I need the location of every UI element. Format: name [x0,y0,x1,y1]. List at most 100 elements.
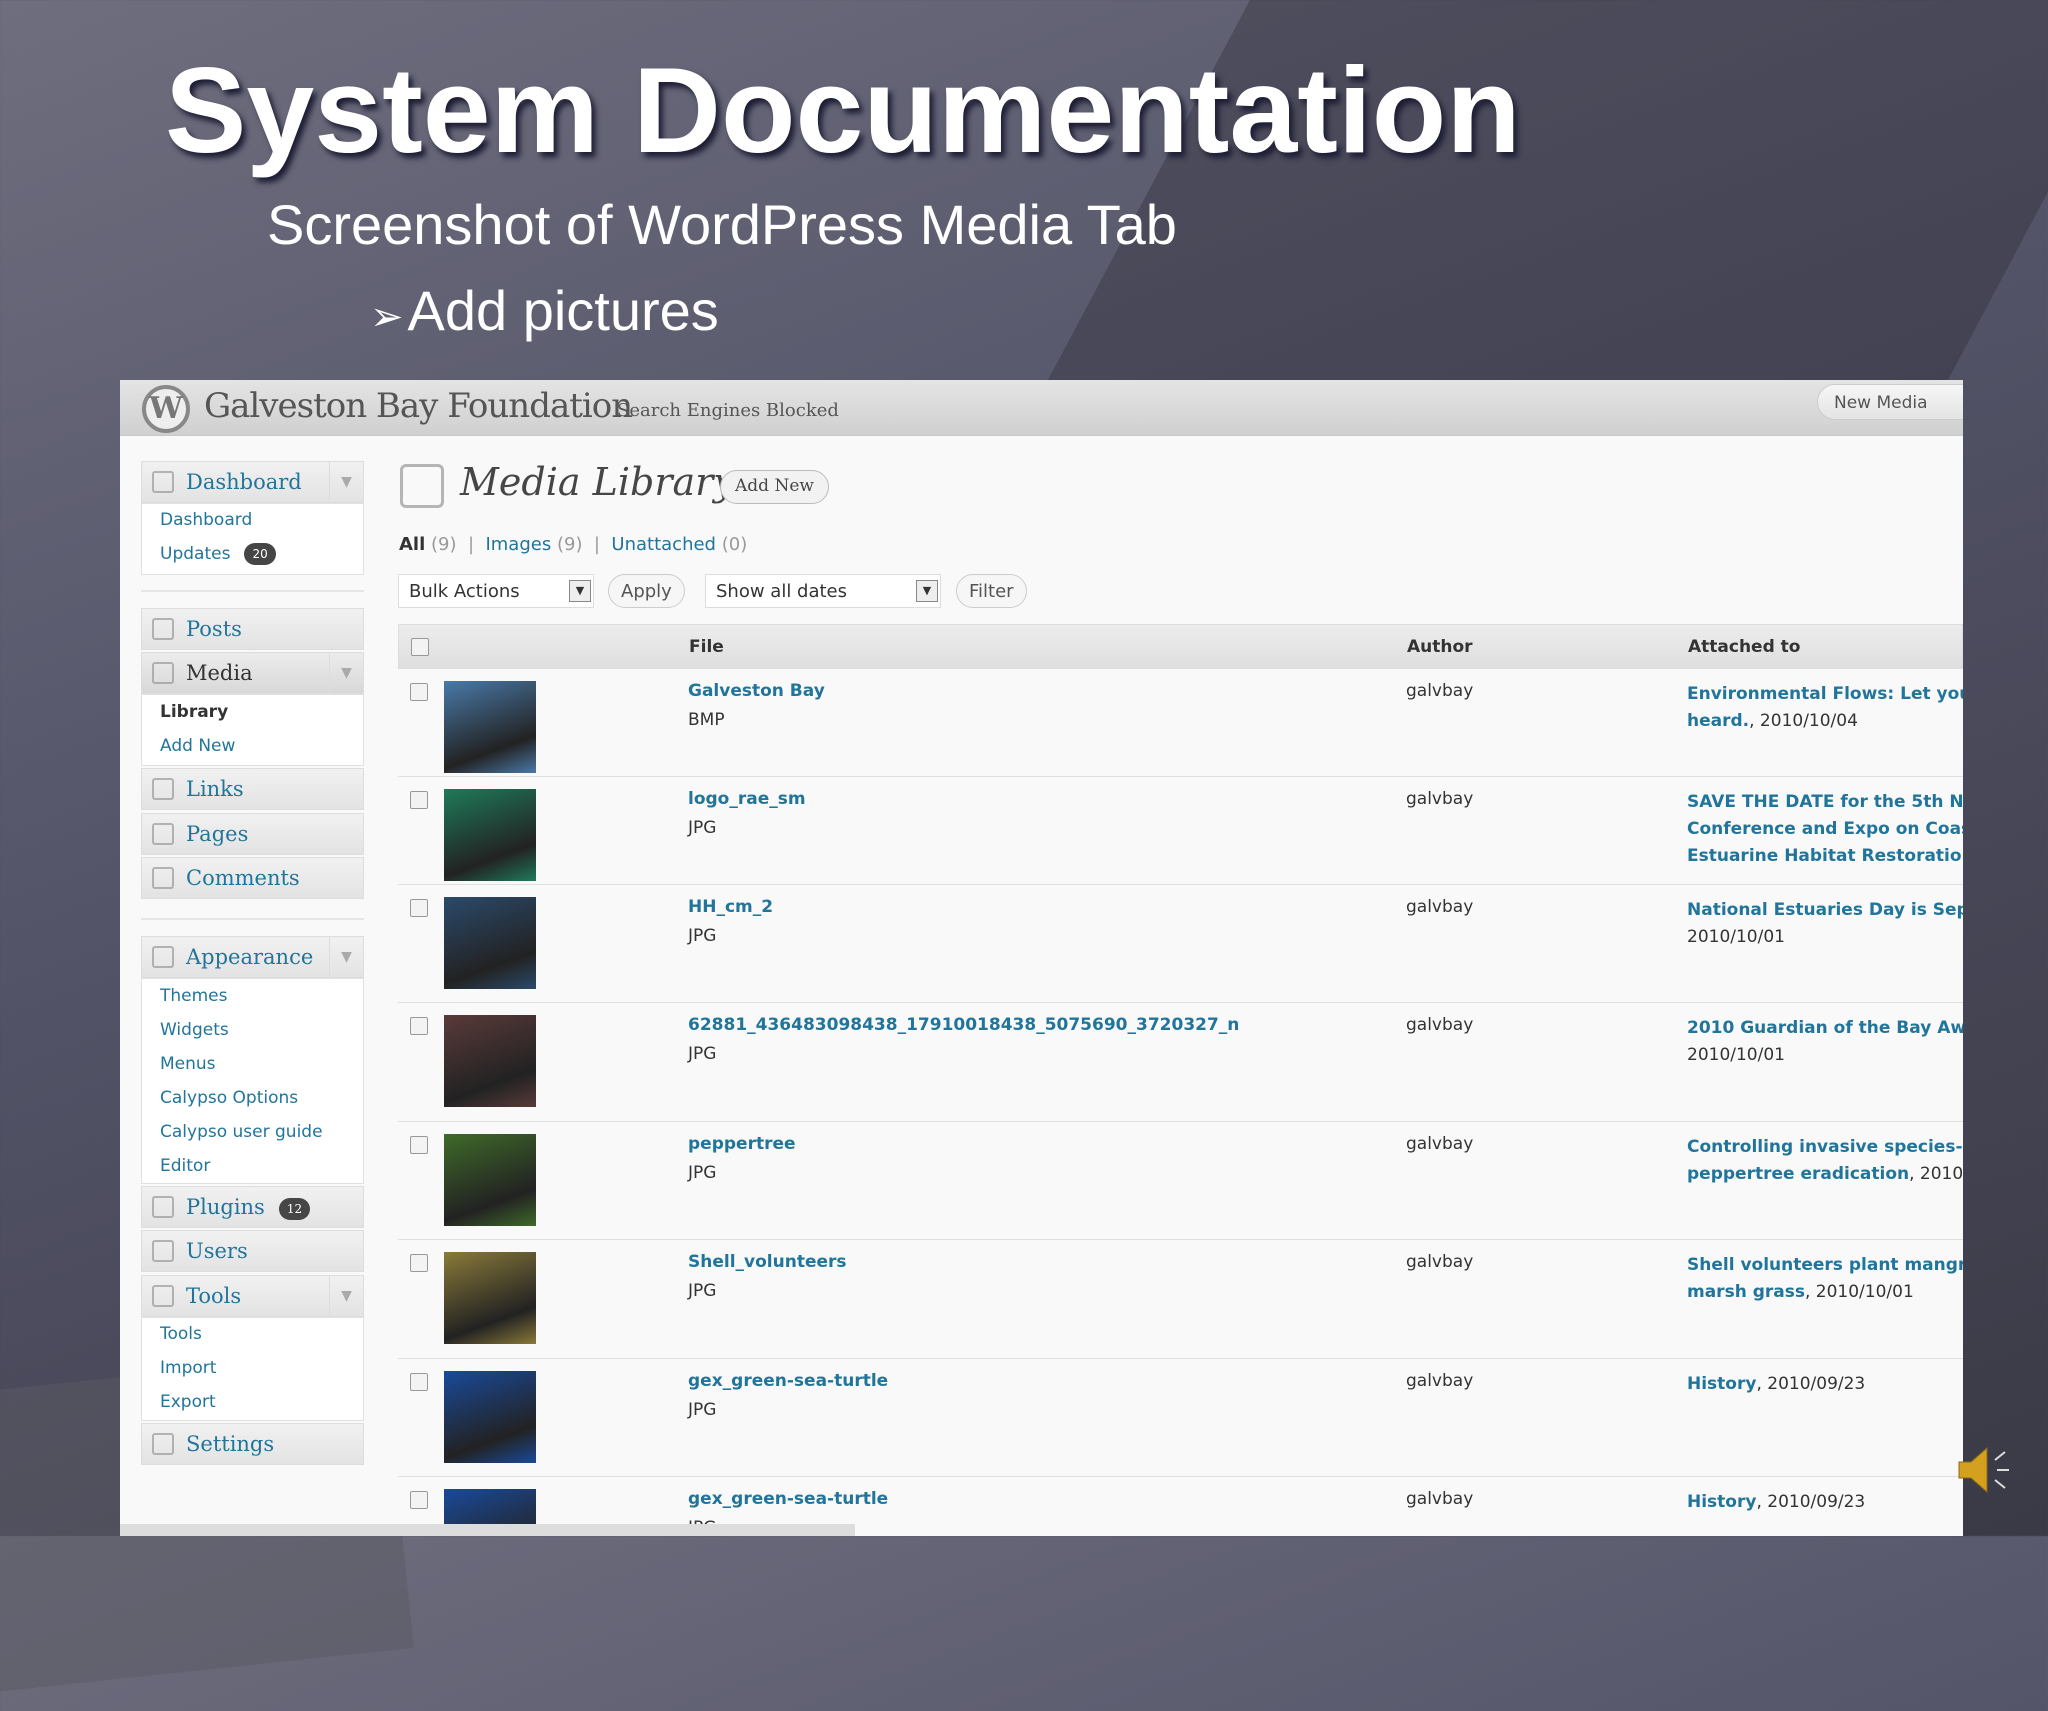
attached-to: National Estuaries Day is September 25 2… [1687,897,1963,951]
submenu-export[interactable]: Export [160,1392,216,1412]
row-checkbox[interactable] [410,1017,428,1035]
menu-pages[interactable]: Pages [141,813,364,855]
row-checkbox[interactable] [410,1491,428,1509]
bulk-actions-select[interactable]: Bulk Actions ▼ [398,574,594,608]
media-thumbnail[interactable] [444,1252,536,1344]
submenu-editor[interactable]: Editor [160,1156,210,1176]
attached-date: , 2010/09/23 [1756,1374,1866,1394]
submenu-calypso-guide[interactable]: Calypso user guide [160,1122,323,1142]
chevron-down-icon[interactable]: ▼ [329,1276,363,1316]
filter-images[interactable]: Images [485,534,551,555]
attached-post-link[interactable]: History [1687,1374,1756,1394]
file-name-link[interactable]: Galveston Bay [688,681,825,701]
author: galvbay [1406,1252,1474,1272]
row-checkbox[interactable] [410,899,428,917]
column-file[interactable]: File [689,637,724,657]
attached-date: 2010/10/01 [1687,1045,1785,1065]
submenu-widgets[interactable]: Widgets [160,1020,229,1040]
attached-post-link[interactable]: National Estuaries Day is September 25 [1687,900,1963,920]
bullet-text: Add pictures [407,279,719,342]
column-attached[interactable]: Attached to [1688,637,1800,657]
chevron-down-icon[interactable]: ▼ [329,653,363,693]
filter-button[interactable]: Filter [956,574,1027,608]
media-thumbnail[interactable] [444,897,536,989]
filter-images-count: (9) [556,534,583,555]
row-checkbox[interactable] [410,1254,428,1272]
menu-plugins[interactable]: Plugins 12 [141,1186,364,1228]
file-name-link[interactable]: logo_rae_sm [688,789,806,809]
submenu-library[interactable]: Library [160,702,228,722]
comment-icon [152,867,174,889]
file-name-link[interactable]: Shell_volunteers [688,1252,847,1272]
select-all-checkbox[interactable] [411,638,429,656]
menu-posts[interactable]: Posts [141,608,364,650]
attached-to: History, 2010/09/23 [1687,1489,1963,1516]
site-title[interactable]: Galveston Bay Foundation [204,386,633,426]
filter-unattached[interactable]: Unattached [611,534,716,555]
menu-users[interactable]: Users [141,1230,364,1272]
file-name-link[interactable]: peppertree [688,1134,796,1154]
submenu-tools[interactable]: Tools [160,1324,202,1344]
row-checkbox[interactable] [410,1136,428,1154]
file-type: JPG [688,1281,717,1301]
submenu-updates[interactable]: Updates 20 [160,543,276,565]
media-thumbnail[interactable] [444,1371,536,1463]
attached-post-link[interactable]: 2010 Guardian of the Bay Award Lunche [1687,1018,1963,1038]
menu-dashboard[interactable]: Dashboard ▼ [141,461,364,503]
dropdown-arrow-icon: ▼ [569,580,591,602]
media-thumbnail[interactable] [444,789,536,881]
filter-all[interactable]: All [399,534,425,555]
menu-appearance[interactable]: Appearance ▼ [141,936,364,978]
column-author[interactable]: Author [1407,637,1473,657]
menu-label: Settings [186,1432,275,1456]
attached-post-link[interactable]: History [1687,1492,1756,1512]
new-media-button[interactable]: New Media [1817,384,1963,420]
updates-count-badge: 20 [244,543,276,565]
chevron-down-icon[interactable]: ▼ [329,462,363,502]
apply-button[interactable]: Apply [608,574,685,608]
menu-links[interactable]: Links [141,768,364,810]
chevron-down-icon[interactable]: ▼ [329,937,363,977]
menu-label: Posts [186,617,242,641]
submenu-dashboard[interactable]: Dashboard [160,510,252,530]
submenu-add-new[interactable]: Add New [160,736,235,756]
menu-comments[interactable]: Comments [141,857,364,899]
submenu-themes[interactable]: Themes [160,986,228,1006]
file-name-link[interactable]: gex_green-sea-turtle [688,1489,888,1509]
row-checkbox[interactable] [410,1373,428,1391]
dates-select[interactable]: Show all dates ▼ [705,574,941,608]
attached-post-link[interactable]: SAVE THE DATE for the 5th National Confe… [1687,792,1963,866]
plugin-icon [152,1196,174,1218]
submenu-import[interactable]: Import [160,1358,216,1378]
submenu-menus[interactable]: Menus [160,1054,216,1074]
appearance-submenu [141,978,364,1184]
slide-title: System Documentation [165,42,1521,178]
table-row: Galveston Bay BMP galvbay Environmental … [398,669,1963,777]
dropdown-arrow-icon: ▼ [916,580,938,602]
author: galvbay [1406,789,1474,809]
file-type: JPG [688,1163,717,1183]
submenu-calypso-options[interactable]: Calypso Options [160,1088,298,1108]
media-thumbnail[interactable] [444,1015,536,1107]
wordpress-logo-icon[interactable]: W [142,385,190,433]
menu-label: Tools [186,1284,242,1308]
menu-tools[interactable]: Tools ▼ [141,1275,364,1317]
speaker-icon[interactable] [1955,1440,2015,1500]
row-checkbox[interactable] [410,683,428,701]
file-type: JPG [688,926,717,946]
settings-icon [152,1433,174,1455]
dates-value: Show all dates [716,581,848,602]
menu-settings[interactable]: Settings [141,1423,364,1465]
file-name-link[interactable]: gex_green-sea-turtle [688,1371,888,1391]
media-thumbnail[interactable] [444,681,536,773]
file-type: JPG [688,1400,717,1420]
menu-media[interactable]: Media ▼ [141,652,364,694]
file-name-link[interactable]: HH_cm_2 [688,897,773,917]
file-name-link[interactable]: 62881_436483098438_17910018438_5075690_3… [688,1015,1239,1035]
media-thumbnail[interactable] [444,1134,536,1226]
row-checkbox[interactable] [410,791,428,809]
author: galvbay [1406,1371,1474,1391]
author: galvbay [1406,897,1474,917]
add-new-button[interactable]: Add New [720,470,829,504]
link-icon [152,778,174,800]
